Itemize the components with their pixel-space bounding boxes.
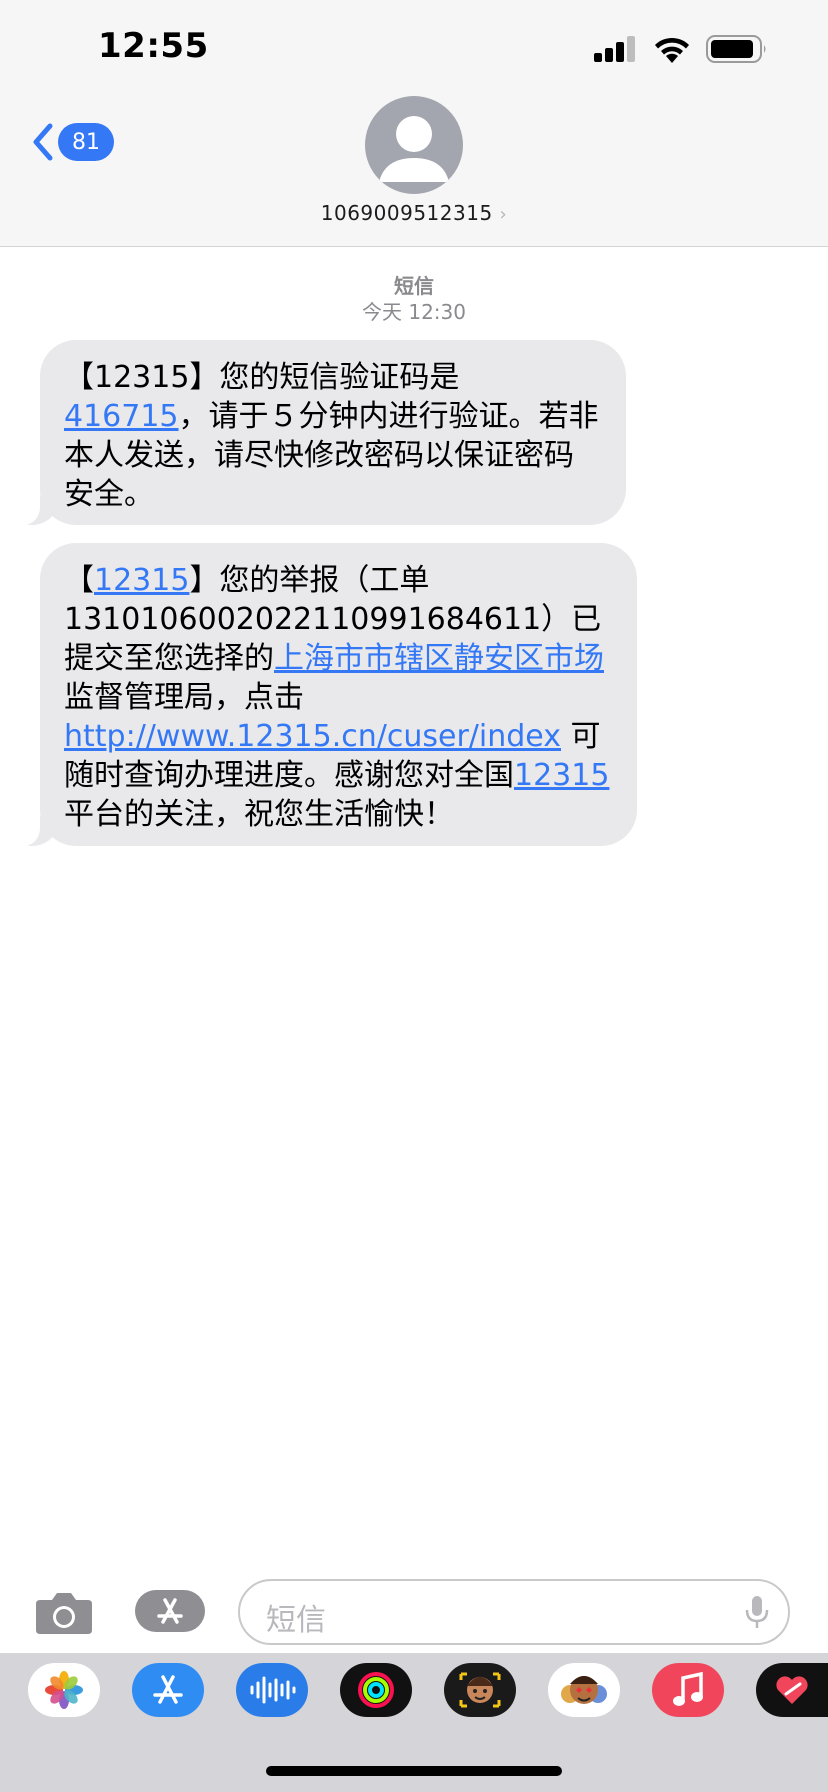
app-store-button[interactable] [135,1590,205,1632]
memoji-icon [459,1672,501,1708]
conversation-header: 12:55 81 1069009512315 › [0,0,828,247]
music-note-icon [673,1672,703,1706]
animoji-stickers-icon [561,1676,607,1704]
app-store-icon [153,1675,183,1704]
cellular-signal-icon [594,36,635,62]
contact-number: 1069009512315 [320,201,493,225]
contact-name[interactable]: 1069009512315 › [0,201,828,225]
home-indicator[interactable] [266,1766,562,1776]
wifi-icon [655,37,689,63]
status-icons [594,34,768,64]
music-app-button[interactable] [652,1663,724,1717]
phone-number-link[interactable]: 12315 [514,758,609,793]
message-text: 平台的关注，祝您生活愉快！ [64,797,454,832]
message-bubble[interactable]: 【12315】您的举报（工单1310106002022110991684611）… [16,543,637,846]
waveform-icon [250,1676,296,1704]
photos-icon [45,1671,83,1709]
microphone-icon[interactable] [744,1594,770,1630]
message-text: 监督管理局，点击 [64,680,304,715]
message-timestamp: 今天 12:30 [362,300,466,324]
verification-code-link[interactable]: 416715 [64,399,179,434]
app-store-app-button[interactable] [132,1663,204,1717]
unread-count-badge: 81 [58,123,114,161]
digital-touch-app-button[interactable] [756,1663,828,1717]
message-bubble[interactable]: 【12315】您的短信验证码是 416715，请于５分钟内进行验证。若非本人发送… [16,340,626,525]
conversation-type-label: 短信 [394,274,434,298]
message-text: 【12315】您的短信验证码是 [64,360,460,395]
battery-icon [706,35,766,63]
chevron-left-icon [33,123,53,161]
app-store-icon [157,1598,183,1624]
audio-message-app-button[interactable] [236,1663,308,1717]
message-input[interactable]: 短信 [238,1579,790,1645]
message-input-placeholder: 短信 [266,1603,326,1638]
person-silhouette-icon [379,116,449,182]
url-link[interactable]: http://www.12315.cn/cuser/index [64,719,561,754]
status-time: 12:55 [98,26,209,66]
animoji-stickers-app-button[interactable] [548,1663,620,1717]
activity-rings-icon [358,1672,394,1708]
back-button[interactable]: 81 [30,122,114,162]
activity-app-button[interactable] [340,1663,412,1717]
message-text: 【 [64,563,94,598]
digital-touch-heart-icon [776,1676,808,1704]
chevron-right-icon: › [499,204,508,225]
address-link[interactable]: 上海市市辖区静安区市场 [274,641,604,676]
camera-icon [36,1593,92,1634]
camera-button[interactable] [34,1590,94,1640]
phone-number-link[interactable]: 12315 [94,563,189,598]
photos-app-button[interactable] [28,1663,100,1717]
contact-avatar[interactable] [365,96,463,194]
memoji-app-button[interactable] [444,1663,516,1717]
